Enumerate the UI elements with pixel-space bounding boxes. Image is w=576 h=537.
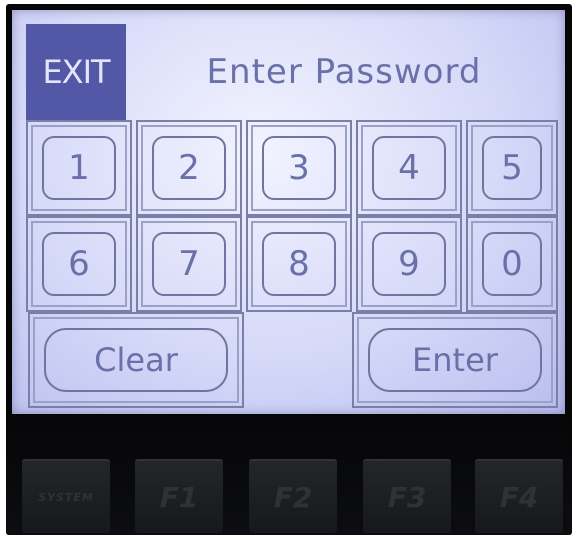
key-2-button[interactable]: 2 — [136, 120, 242, 216]
exit-button[interactable]: EXIT — [26, 24, 126, 120]
key-4-button[interactable]: 4 — [356, 120, 462, 216]
key-5-button[interactable]: 5 — [466, 120, 558, 216]
key-1-button[interactable]: 1 — [26, 120, 132, 216]
f2-function-key[interactable]: F2 — [249, 459, 337, 533]
key-label: 3 — [262, 136, 336, 200]
key-label: 4 — [372, 136, 446, 200]
key-label: 0 — [482, 232, 542, 296]
f4-function-key[interactable]: F4 — [475, 459, 563, 533]
enter-label: Enter — [368, 328, 542, 392]
key-0-button[interactable]: 0 — [466, 216, 558, 312]
clear-label: Clear — [44, 328, 228, 392]
key-label: 5 — [482, 136, 542, 200]
system-function-key[interactable]: SYSTEM — [22, 459, 110, 533]
key-label: 6 — [42, 232, 116, 296]
key-8-button[interactable]: 8 — [246, 216, 352, 312]
key-label: 7 — [152, 232, 226, 296]
key-label: 2 — [152, 136, 226, 200]
key-7-button[interactable]: 7 — [136, 216, 242, 312]
key-label: 9 — [372, 232, 446, 296]
key-label: 8 — [262, 232, 336, 296]
f3-function-key[interactable]: F3 — [363, 459, 451, 533]
f1-function-key[interactable]: F1 — [135, 459, 223, 533]
hmi-device: EXIT Enter Password 1 2 3 4 5 6 7 8 9 0 … — [6, 4, 572, 535]
key-9-button[interactable]: 9 — [356, 216, 462, 312]
lcd-screen: EXIT Enter Password 1 2 3 4 5 6 7 8 9 0 … — [12, 10, 565, 414]
key-label: 1 — [42, 136, 116, 200]
page-title: Enter Password — [206, 52, 482, 92]
enter-button[interactable]: Enter — [352, 312, 558, 408]
key-3-button[interactable]: 3 — [246, 120, 352, 216]
key-6-button[interactable]: 6 — [26, 216, 132, 312]
clear-button[interactable]: Clear — [28, 312, 244, 408]
